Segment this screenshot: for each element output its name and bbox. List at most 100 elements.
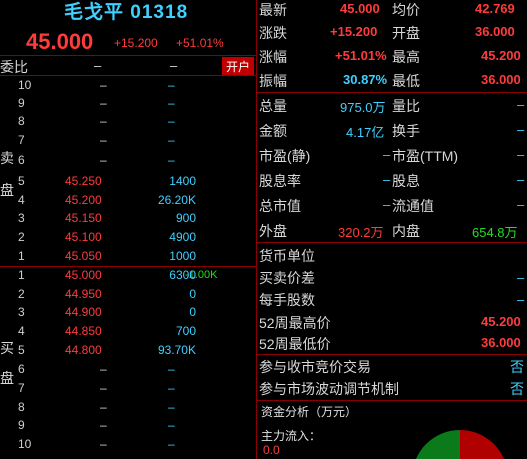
ask-level: 3 xyxy=(18,211,25,225)
ask-price: – xyxy=(100,133,107,147)
vcm-value: 否 xyxy=(510,381,524,397)
bid-price: 44.850 xyxy=(65,324,102,338)
sell-side-label-1: 卖 xyxy=(0,150,14,166)
divider xyxy=(0,55,256,56)
column-divider xyxy=(256,0,257,459)
52w-low-label: 52周最低价 xyxy=(259,336,331,352)
inflow-value: 0.0 xyxy=(263,443,280,457)
ask-row: 2 45.100 4900 xyxy=(18,230,248,248)
change-label: 涨跌 xyxy=(259,25,287,41)
bid-row: 4 44.850 700 xyxy=(18,324,248,342)
bid-row: 9 – – xyxy=(18,418,248,436)
inflow-label: 主力流入： xyxy=(261,429,322,443)
bid-volume: – xyxy=(168,400,175,414)
low-value: 36.000 xyxy=(481,72,521,87)
header-change-pct: +51.01% xyxy=(176,36,224,50)
bid-volume: – xyxy=(168,437,175,451)
bid-volume: 0 xyxy=(189,305,196,319)
pct-label: 涨幅 xyxy=(259,49,287,65)
vcm-label: 参与市场波动调节机制 xyxy=(259,381,399,397)
amount-value: 4.17亿 xyxy=(346,125,385,140)
open-value: 36.000 xyxy=(475,24,515,39)
bid-row: 3 44.900 0 xyxy=(18,305,248,323)
divider xyxy=(0,266,256,267)
ask-price: 45.050 xyxy=(65,249,102,263)
bid-volume: 0 xyxy=(189,287,196,301)
market-cap-value: – xyxy=(383,197,391,212)
spread-value: – xyxy=(517,270,525,285)
closing-auction-label: 参与收市竞价交易 xyxy=(259,359,371,375)
pe-static-value: – xyxy=(383,147,391,162)
bid-row: 5 44.800 93.70K xyxy=(18,343,248,361)
ask-row: 3 45.150 900 xyxy=(18,211,248,229)
spread-label: 买卖价差 xyxy=(259,270,315,286)
ask-volume: – xyxy=(168,96,175,110)
latest-value: 45.000 xyxy=(340,1,380,16)
ask-row: 9 – – xyxy=(18,96,248,114)
ask-level: 1 xyxy=(18,249,25,263)
ask-price: 45.250 xyxy=(65,174,102,188)
float-cap-value: – xyxy=(517,197,525,212)
open-label: 开盘 xyxy=(392,25,420,41)
bid-volume: 93.70K xyxy=(157,343,196,357)
volume-label: 总量 xyxy=(259,98,287,114)
bid-volume: – xyxy=(168,418,175,432)
ask-price: 45.200 xyxy=(65,193,102,207)
ask-price: – xyxy=(100,96,107,110)
bid-row: 6 – – xyxy=(18,362,248,380)
bid-row: 7 – – xyxy=(18,381,248,399)
ask-volume: – xyxy=(168,78,175,92)
52w-high-value: 45.200 xyxy=(481,314,521,329)
change-value: +15.200 xyxy=(330,24,378,39)
ask-price: 45.100 xyxy=(65,230,102,244)
divider xyxy=(256,400,527,401)
bid-level: 3 xyxy=(18,305,25,319)
ask-level: 10 xyxy=(18,78,32,92)
bid-level: 10 xyxy=(18,437,32,451)
sell-side-label-2: 盘 xyxy=(0,182,14,198)
ask-row: 4 45.200 26.20K xyxy=(18,193,248,211)
ask-volume: 900 xyxy=(175,211,196,225)
bid-row: 10 – – xyxy=(18,437,248,455)
52w-high-label: 52周最高价 xyxy=(259,315,331,331)
float-cap-label: 流通值 xyxy=(392,198,434,214)
stock-title: 毛戈平 01318 xyxy=(64,0,188,24)
bid-price: – xyxy=(100,437,107,451)
ask-level: 2 xyxy=(18,230,25,244)
ask-level: 6 xyxy=(18,153,25,167)
bid-change: -1.00K xyxy=(185,269,218,281)
ask-volume: – xyxy=(168,133,175,147)
amplitude-label: 振幅 xyxy=(259,73,287,89)
high-label: 最高 xyxy=(392,49,420,65)
bid-level: 9 xyxy=(18,418,25,432)
ask-volume: 26.20K xyxy=(157,193,196,207)
market-cap-label: 总市值 xyxy=(259,198,301,214)
pe-static-label: 市盈(静) xyxy=(259,148,311,164)
bid-price: – xyxy=(100,381,107,395)
ask-price: – xyxy=(100,114,107,128)
inner-label: 内盘 xyxy=(392,223,420,239)
funds-pie-chart xyxy=(415,430,505,459)
dividend-rate-value: – xyxy=(383,172,391,187)
outer-value: 320.2万 xyxy=(338,225,384,240)
divider xyxy=(256,354,527,355)
ask-level: 5 xyxy=(18,174,25,188)
amount-label: 金额 xyxy=(259,123,287,139)
dividend-value: – xyxy=(517,172,525,187)
open-account-button[interactable]: 开户 xyxy=(222,57,255,76)
divider xyxy=(256,92,527,93)
outer-label: 外盘 xyxy=(259,223,287,239)
closing-auction-value: 否 xyxy=(510,359,524,375)
funds-pie-inflow xyxy=(415,430,460,459)
buy-side-label-2: 盘 xyxy=(0,370,14,386)
turnover-value: – xyxy=(517,122,525,137)
bid-price: – xyxy=(100,418,107,432)
bid-row: 2 44.950 0 xyxy=(18,287,248,305)
bid-level: 5 xyxy=(18,343,25,357)
bid-price: – xyxy=(100,362,107,376)
divider xyxy=(0,75,256,76)
volume-ratio-label: 量比 xyxy=(392,98,420,114)
currency-label: 货币单位 xyxy=(259,248,315,264)
lot-size-value: – xyxy=(517,292,525,307)
bid-level: 8 xyxy=(18,400,25,414)
